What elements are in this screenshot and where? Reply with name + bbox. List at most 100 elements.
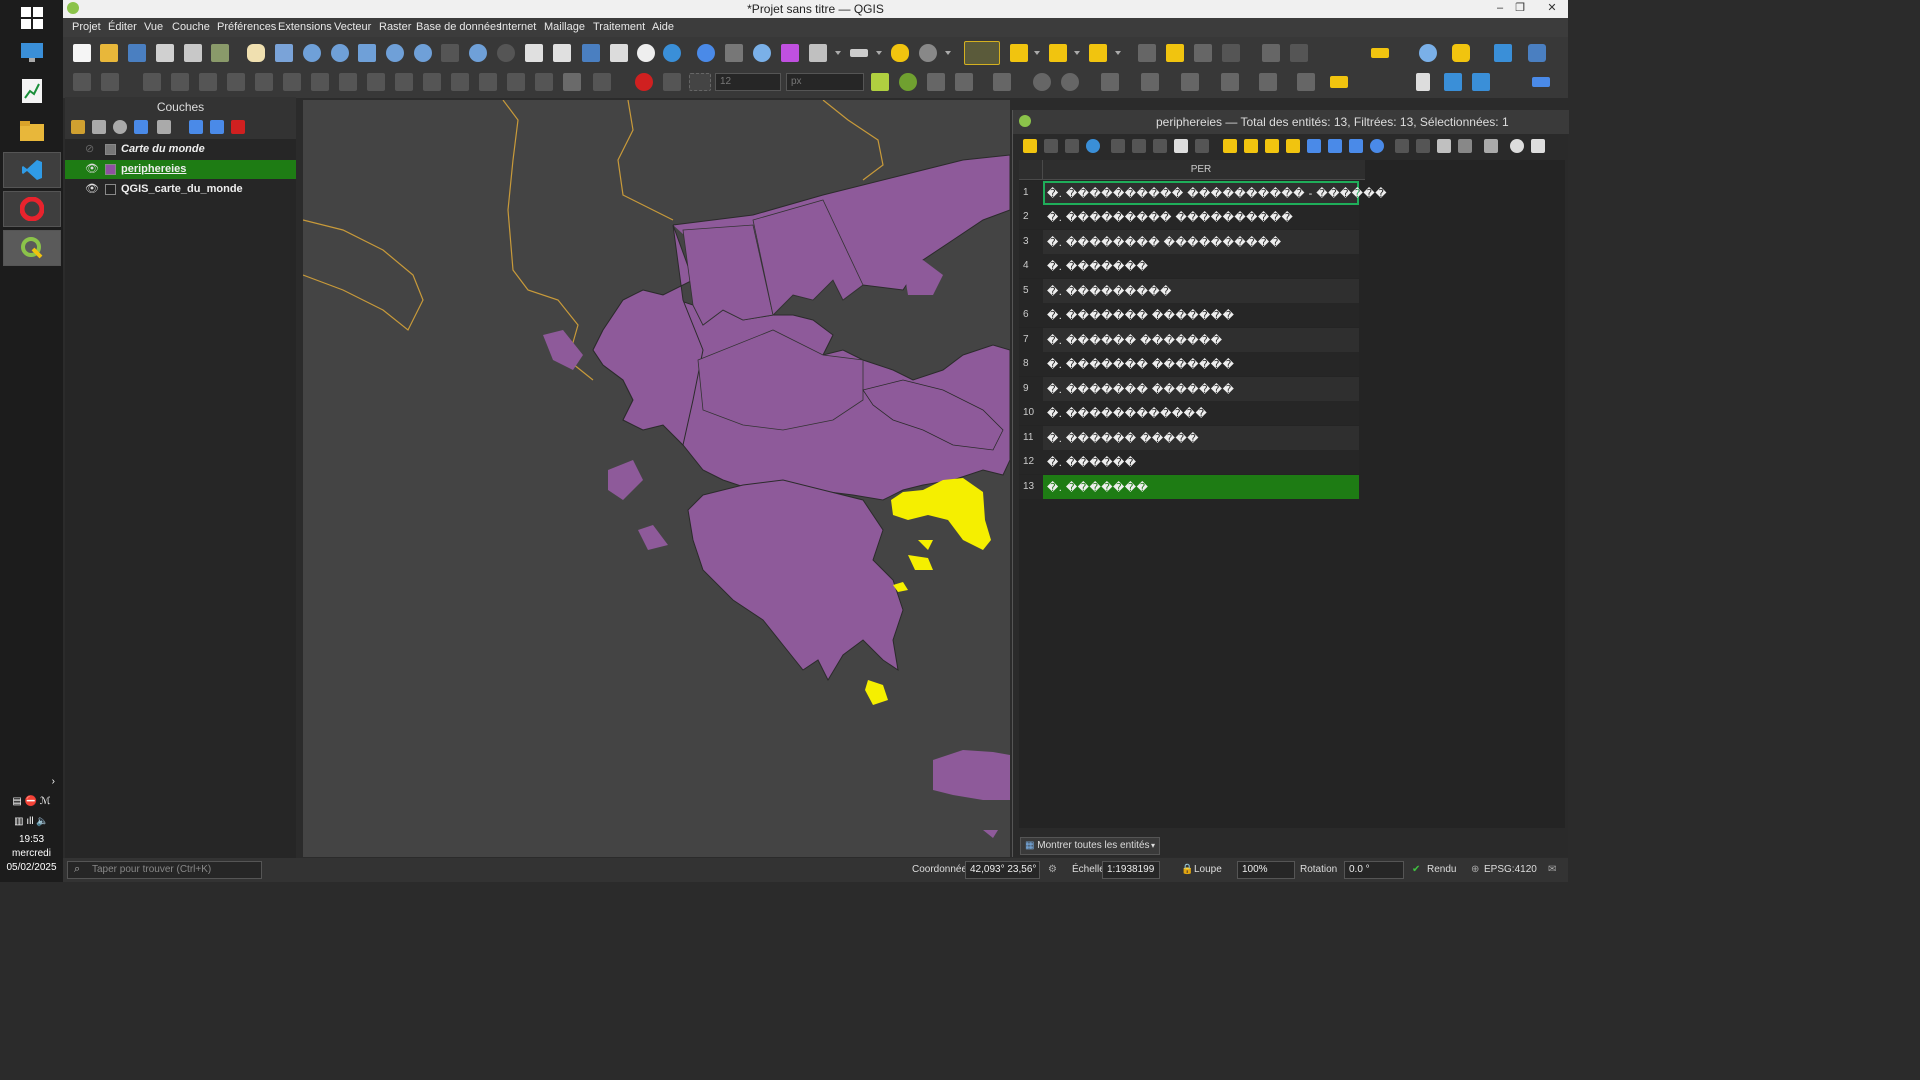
trim-extend-icon[interactable]: [993, 73, 1011, 91]
statistical-summary-icon[interactable]: [781, 44, 799, 62]
layer-row-periphereies[interactable]: 👁 periphereies: [65, 160, 296, 179]
dock-table-icon[interactable]: [1510, 139, 1524, 153]
rotation-field[interactable]: 0.0 °: [1344, 861, 1404, 879]
cell-per[interactable]: �. ������� �������: [1043, 303, 1359, 327]
pointer-icon[interactable]: [1416, 73, 1430, 91]
kythira-island-selected[interactable]: [865, 680, 888, 705]
table-row[interactable]: 1 �. ���������� ���������� - ������: [1019, 181, 1387, 205]
add-polygon-icon[interactable]: [1262, 44, 1280, 62]
select-expression-icon[interactable]: [1223, 139, 1237, 153]
layer-row-qgis-carte-du-monde[interactable]: 👁 QGIS_carte_du_monde: [65, 180, 296, 199]
annotation-dropdown[interactable]: [945, 51, 951, 55]
zoom-last-icon[interactable]: [469, 44, 487, 62]
table-row[interactable]: 6 �. ������� �������: [1019, 303, 1359, 327]
add-circle-icon[interactable]: [199, 73, 217, 91]
add-regular-polygon-icon[interactable]: [1141, 73, 1159, 91]
copy-features-icon[interactable]: [1174, 139, 1188, 153]
add-rectangle-icon[interactable]: [1101, 73, 1119, 91]
zoom-out-icon[interactable]: [331, 44, 349, 62]
add-ring-icon[interactable]: [339, 73, 357, 91]
measure-icon[interactable]: [850, 49, 868, 57]
toggle-extents-icon[interactable]: ⚙: [1048, 864, 1057, 875]
table-row[interactable]: 7 �. ������ �������: [1019, 328, 1359, 352]
menu-traitement[interactable]: Traitement: [593, 21, 645, 33]
font-size-spinbox[interactable]: 12: [715, 73, 781, 91]
cell-per[interactable]: �. ������: [1043, 450, 1359, 474]
stream-digitize-icon[interactable]: [1259, 73, 1277, 91]
filter-legend-icon[interactable]: [134, 120, 148, 134]
vertex-editor-icon[interactable]: [871, 73, 889, 91]
cell-per[interactable]: �. ���������: [1043, 279, 1359, 303]
help-icon[interactable]: [1494, 44, 1512, 62]
select-location-dropdown[interactable]: [1115, 51, 1121, 55]
annotation-tools-icon[interactable]: [1297, 73, 1315, 91]
paste-features-icon[interactable]: [1195, 139, 1209, 153]
plugin-icon[interactable]: [1419, 44, 1437, 62]
taskbar-app-vscode[interactable]: [3, 152, 61, 188]
rotate-point-symbol-icon[interactable]: [593, 73, 611, 91]
zoom-next-icon[interactable]: [497, 44, 515, 62]
cut-icon[interactable]: [955, 73, 973, 91]
measure-dropdown[interactable]: [876, 51, 882, 55]
cut-features-icon[interactable]: [1153, 139, 1167, 153]
menu-extensions[interactable]: Extensions: [278, 21, 332, 33]
merge-features-icon[interactable]: [563, 73, 581, 91]
table-view-icon[interactable]: [1531, 139, 1545, 153]
cell-per[interactable]: �. ��������� ����������: [1043, 205, 1359, 229]
menu-aide[interactable]: Aide: [652, 21, 674, 33]
pan-to-selected-icon[interactable]: [1349, 139, 1363, 153]
cell-per[interactable]: �. �������: [1043, 254, 1359, 278]
field-calculator-icon[interactable]: [1437, 139, 1451, 153]
new-field-icon[interactable]: [1395, 139, 1409, 153]
label-tool-icon[interactable]: [1330, 76, 1348, 88]
table-row[interactable]: 2 �. ��������� ����������: [1019, 205, 1359, 229]
remove-layer-icon[interactable]: [231, 120, 245, 134]
salamina-island-selected[interactable]: [918, 540, 933, 550]
pan-hand-icon[interactable]: [247, 44, 265, 62]
add-circle-2-icon[interactable]: [1033, 73, 1051, 91]
table-row[interactable]: 8 �. ������� �������: [1019, 352, 1359, 376]
table-row[interactable]: 11 �. ������ �����: [1019, 426, 1359, 450]
table-row[interactable]: 3 �. �������� ����������: [1019, 230, 1359, 254]
corfu-island[interactable]: [543, 330, 583, 370]
map-canvas[interactable]: [303, 100, 1010, 857]
open-project-icon[interactable]: [100, 44, 118, 62]
settings-gear-icon[interactable]: [753, 44, 771, 62]
add-group-icon[interactable]: [92, 120, 106, 134]
filter-select-icon[interactable]: [1307, 139, 1321, 153]
menu-raster[interactable]: Raster: [379, 21, 411, 33]
layer-tools-icon[interactable]: [101, 73, 119, 91]
add-line-string-icon[interactable]: [171, 73, 189, 91]
zakynthos-island[interactable]: [638, 525, 668, 550]
collapse-all-icon[interactable]: [210, 120, 224, 134]
tray-expand-icon[interactable]: ›: [0, 776, 63, 787]
offset-curve-icon[interactable]: [507, 73, 525, 91]
hidden-eye-icon[interactable]: ⊘: [85, 143, 99, 155]
table-row[interactable]: 5 �. ���������: [1019, 279, 1359, 303]
attribute-table-dropdown[interactable]: [835, 51, 841, 55]
label-rotate-icon[interactable]: [1472, 73, 1490, 91]
layer-row-carte-du-monde[interactable]: ⊘ Carte du monde: [65, 140, 296, 159]
refresh-icon[interactable]: [663, 44, 681, 62]
table-row[interactable]: 4 �. �������: [1019, 254, 1359, 278]
select-features-icon[interactable]: [964, 41, 1000, 65]
cell-per[interactable]: �. ������ �������: [1043, 328, 1359, 352]
vertex-tool-icon[interactable]: [1290, 44, 1308, 62]
save-project-icon[interactable]: [128, 44, 146, 62]
open-layer-styling-icon[interactable]: [71, 120, 85, 134]
new-bookmark-icon[interactable]: [582, 44, 600, 62]
toggle-edit-icon[interactable]: [1023, 139, 1037, 153]
attribute-table-icon[interactable]: [809, 44, 827, 62]
cell-per[interactable]: �. ������� �������: [1043, 377, 1359, 401]
node-tool-icon[interactable]: [899, 73, 917, 91]
column-header-per[interactable]: PER: [1043, 160, 1359, 180]
restore-button[interactable]: ❐: [1510, 0, 1530, 18]
label-abc-icon[interactable]: [1371, 48, 1389, 58]
add-point-icon[interactable]: [143, 73, 161, 91]
toggle-editing-pencil-icon[interactable]: [1166, 44, 1184, 62]
identify-features-icon[interactable]: [697, 44, 715, 62]
move-selection-top-icon[interactable]: [1328, 139, 1342, 153]
select-by-value-icon[interactable]: [1010, 44, 1028, 62]
menu-preferences[interactable]: Préférences: [217, 21, 276, 33]
table-row[interactable]: 10 �. ������������: [1019, 401, 1359, 425]
